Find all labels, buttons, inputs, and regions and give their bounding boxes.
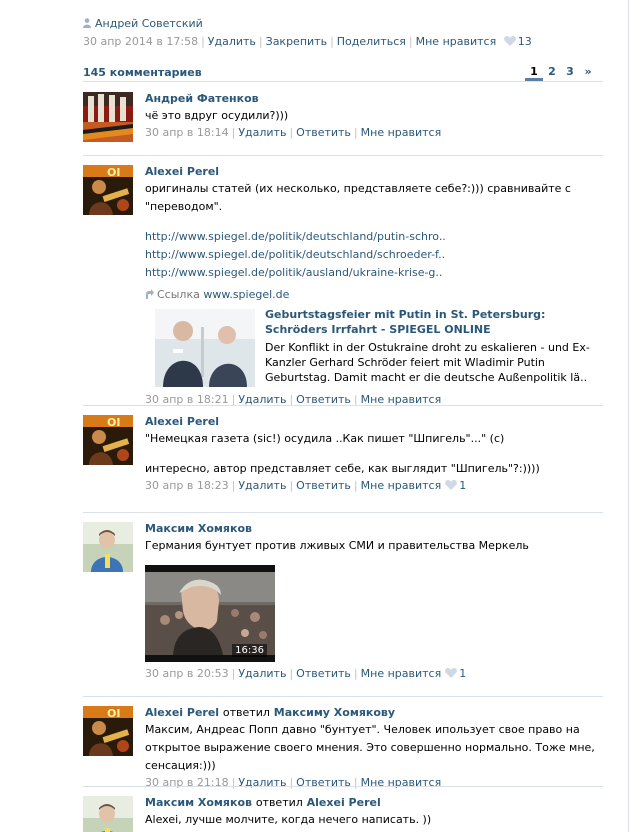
user-icon (83, 18, 91, 28)
comment-author[interactable]: Максим Хомяков (145, 796, 252, 809)
comment-divider (83, 405, 603, 406)
external-link[interactable]: http://www.spiegel.de/politik/deutschlan… (145, 228, 603, 246)
comment-text: Максим, Андреас Попп давно "бунтует". Че… (145, 723, 595, 772)
avatar[interactable] (83, 92, 133, 142)
svg-text:OI: OI (107, 707, 120, 720)
pager-page-3[interactable]: 3 (561, 65, 579, 81)
avatar[interactable] (83, 796, 133, 832)
video-thumbnail[interactable]: 16:36 (145, 565, 275, 662)
post-author-link[interactable]: Андрей Советский (95, 17, 203, 30)
share-title[interactable]: Geburtstagsfeier mit Putin in St. Peters… (265, 307, 595, 337)
heart-icon[interactable] (445, 668, 458, 678)
avatar[interactable] (83, 522, 133, 572)
comment-item: OI Alexei Perel "Немецкая газета (sic!) … (83, 415, 603, 505)
like-count[interactable]: 1 (459, 667, 466, 680)
avatar[interactable]: OI (83, 415, 133, 465)
comment-divider (83, 786, 603, 787)
reply-word: ответил (222, 706, 270, 719)
comment-meta: 30 апр в 21:18 | Удалить | Ответить | Мне нрав… (145, 776, 442, 789)
avatar[interactable]: OI (83, 706, 133, 756)
comment-item: OI Alexei Perel ответил Максиму Хомякову… (83, 706, 603, 789)
post-share-link[interactable]: Поделиться (337, 35, 406, 48)
video-duration: 16:36 (232, 644, 267, 657)
post-like-count[interactable]: 13 (518, 35, 532, 48)
heart-icon[interactable] (503, 36, 516, 46)
link-list: http://www.spiegel.de/politik/deutschlan… (145, 228, 603, 282)
delete-link[interactable]: Удалить (238, 776, 286, 789)
comment-divider (83, 512, 603, 513)
comment-author[interactable]: Alexei Perel (145, 165, 603, 178)
delete-link[interactable]: Удалить (238, 126, 286, 139)
like-link[interactable]: Мне нравится (361, 667, 442, 680)
reply-link[interactable]: Ответить (296, 126, 351, 139)
comment-author[interactable]: Максим Хомяков (145, 522, 603, 535)
svg-text:OI: OI (107, 416, 120, 429)
post-delete-link[interactable]: Удалить (208, 35, 256, 48)
share-arrow-icon (146, 289, 154, 299)
comment-text: Alexei, лучше молчите, когда нечего напи… (145, 813, 432, 826)
comment-author[interactable]: Alexei Perel (145, 415, 603, 428)
delete-link[interactable]: Удалить (238, 479, 286, 492)
comment-item: Максим Хомяков ответил Alexei Perel Alex… (83, 796, 603, 832)
post-date[interactable]: 30 апр 2014 в 17:58 (83, 35, 198, 48)
page-right-border (628, 0, 629, 832)
comment-date[interactable]: 30 апр в 20:53 (145, 667, 229, 680)
comment-item: Максим Хомяков Германия бунтует против л… (83, 522, 603, 692)
comment-text: чё это вдруг осудили?))) (145, 109, 289, 122)
comment-text: оригиналы статей (их несколько, представ… (145, 182, 571, 213)
avatar[interactable]: OI (83, 165, 133, 215)
like-link[interactable]: Мне нравится (361, 479, 442, 492)
comment-divider (83, 155, 603, 156)
comments-header: 145 комментариев 1 2 3 » (83, 65, 603, 82)
post-author-line: Андрей Советский (83, 17, 203, 30)
share-description: Der Konflikt in der Ostukraine droht zu … (265, 341, 590, 384)
comment-text: Германия бунтует против лживых СМИ и пра… (145, 539, 529, 552)
comment-text: интересно, автор представляет себе, как … (145, 462, 540, 475)
share-thumbnail[interactable] (155, 309, 255, 387)
like-link[interactable]: Мне нравится (361, 126, 442, 139)
reply-link[interactable]: Ответить (296, 776, 351, 789)
comment-author-line: Alexei Perel ответил Максиму Хомякову (145, 706, 603, 719)
svg-text:OI: OI (107, 166, 120, 179)
comment-divider (83, 696, 603, 697)
comment-item: OI Alexei Perel оригиналы статей (их нес… (83, 165, 603, 406)
comment-date[interactable]: 30 апр в 21:18 (145, 776, 229, 789)
comment-author[interactable]: Alexei Perel (145, 706, 219, 719)
comment-author-line: Максим Хомяков ответил Alexei Perel (145, 796, 603, 809)
share-label: Ссылка www.spiegel.de (145, 288, 603, 301)
comment-meta: 30 апр в 20:53 | Удалить | Ответить | Мне нрав… (145, 667, 467, 680)
comment-text: "Немецкая газета (sic!) осудила ..Как пи… (145, 432, 505, 445)
share-card: Geburtstagsfeier mit Putin in St. Peters… (145, 305, 603, 387)
comments-pager: 1 2 3 » (525, 65, 597, 81)
pager-page-1[interactable]: 1 (525, 65, 543, 81)
comment-item: Андрей Фатенков чё это вдруг осудили?)))… (83, 92, 603, 148)
comment-date[interactable]: 30 апр в 18:14 (145, 126, 229, 139)
like-count[interactable]: 1 (459, 479, 466, 492)
reply-link[interactable]: Ответить (296, 479, 351, 492)
external-link[interactable]: http://www.spiegel.de/politik/ausland/uk… (145, 264, 603, 282)
comment-author[interactable]: Андрей Фатенков (145, 92, 603, 105)
post-meta: 30 апр 2014 в 17:58 | Удалить | Закрепить | По… (83, 35, 532, 48)
share-domain[interactable]: www.spiegel.de (203, 288, 289, 301)
pager-page-2[interactable]: 2 (543, 65, 561, 81)
post-pin-link[interactable]: Закрепить (266, 35, 327, 48)
like-link[interactable]: Мне нравится (361, 776, 442, 789)
reply-to-link[interactable]: Максиму Хомякову (274, 706, 395, 719)
post-like-link[interactable]: Мне нравится (416, 35, 497, 48)
reply-word: ответил (255, 796, 303, 809)
external-link[interactable]: http://www.spiegel.de/politik/deutschlan… (145, 246, 603, 264)
delete-link[interactable]: Удалить (238, 667, 286, 680)
comment-meta: 30 апр в 18:23 | Удалить | Ответить | Мне нрав… (145, 479, 467, 492)
comments-count[interactable]: 145 комментариев (83, 66, 202, 79)
comment-meta: 30 апр в 18:14 | Удалить | Ответить | Мне нрав… (145, 126, 442, 139)
heart-icon[interactable] (445, 480, 458, 490)
comment-date[interactable]: 30 апр в 18:23 (145, 479, 229, 492)
reply-to-link[interactable]: Alexei Perel (307, 796, 381, 809)
pager-next[interactable]: » (579, 65, 597, 81)
reply-link[interactable]: Ответить (296, 667, 351, 680)
